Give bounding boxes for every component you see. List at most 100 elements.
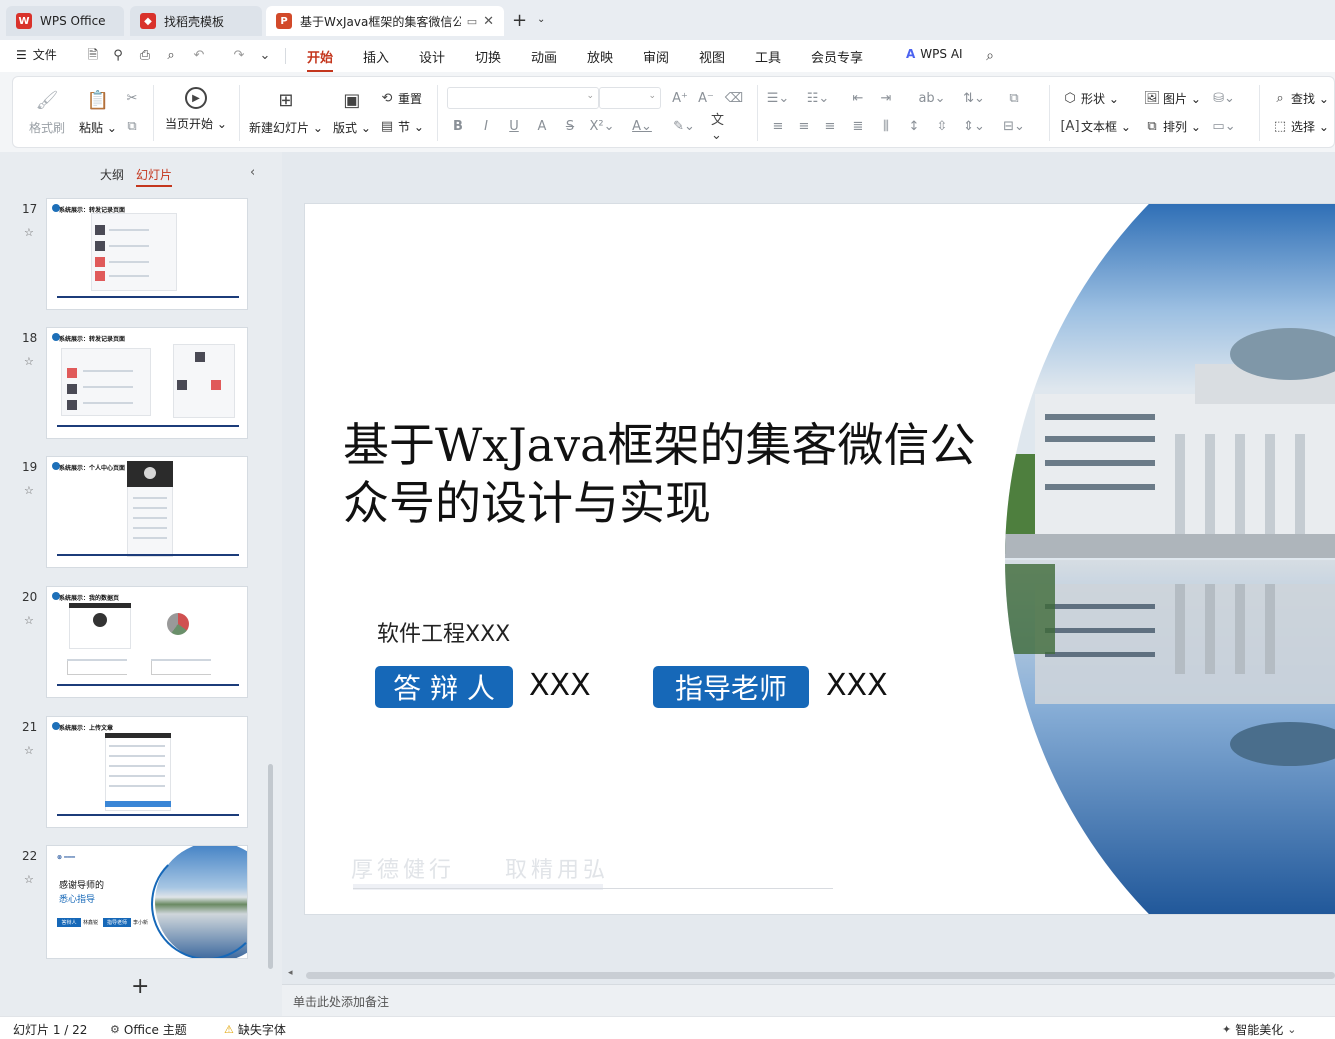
text-direction-icon[interactable]: ab⌄ <box>918 89 945 107</box>
align-left-icon[interactable]: ≡ <box>767 117 789 135</box>
superscript-icon[interactable]: X²⌄ <box>590 117 615 135</box>
highlight-icon[interactable]: ✎⌄ <box>673 117 695 135</box>
tab-view[interactable]: 视图 <box>699 47 725 66</box>
italic-icon[interactable]: I <box>475 117 497 135</box>
picture-button[interactable]: 🖼 图片 ⌄ <box>1143 89 1201 107</box>
redo-icon[interactable]: ↷ <box>230 47 248 65</box>
new-tab-icon[interactable]: + <box>512 10 527 31</box>
clear-format-icon[interactable]: ⌫ <box>723 89 745 107</box>
arrange-button[interactable]: ⧉ 排列 ⌄ <box>1143 117 1201 135</box>
tab-current-presentation[interactable]: P 基于WxJava框架的集客微信公 ▭ ✕ <box>266 6 504 36</box>
reset-button[interactable]: ⟲ 重置 <box>378 89 422 107</box>
defender-name[interactable]: XXX <box>529 668 591 703</box>
tab-review[interactable]: 审阅 <box>643 47 669 66</box>
theme-button[interactable]: ⚙ Office 主题 <box>110 1021 187 1038</box>
font-size-select[interactable]: ⌄ <box>599 87 661 109</box>
select-button[interactable]: ⬚ 选择 ⌄ <box>1271 117 1329 135</box>
star-icon[interactable]: ☆ <box>24 614 34 627</box>
slide-thumbnail-row[interactable]: 20 ☆ 系统展示：我的数据页 <box>0 586 270 704</box>
monitor-icon[interactable]: ▭ <box>467 15 477 28</box>
wps-ai-button[interactable]: A WPS AI <box>906 47 963 61</box>
slide-thumbnail[interactable]: 系统展示：转发记录页面 <box>46 327 248 439</box>
pinyin-icon[interactable]: 文⌄ <box>711 113 733 143</box>
slide-thumbnail[interactable]: 系统展示：上传文章 <box>46 716 248 828</box>
missing-fonts-button[interactable]: ⚠ 缺失字体 <box>224 1021 286 1038</box>
tab-outline[interactable]: 大纲 <box>100 166 124 183</box>
major-text[interactable]: 软件工程XXX <box>377 616 510 648</box>
tab-insert[interactable]: 插入 <box>363 47 389 66</box>
columns-icon[interactable]: ⊟⌄ <box>1003 117 1025 135</box>
strikethrough-icon[interactable]: S <box>559 117 581 135</box>
distribute-icon[interactable]: ⫼ <box>875 117 897 135</box>
notes-area[interactable]: 单击此处添加备注 <box>282 984 1335 1016</box>
new-slide-button[interactable]: ⊞ 新建幻灯片 ⌄ <box>249 87 323 136</box>
scroll-left-icon[interactable]: ◂ <box>288 968 293 978</box>
star-icon[interactable]: ☆ <box>24 355 34 368</box>
star-icon[interactable]: ☆ <box>24 873 34 886</box>
tab-tools[interactable]: 工具 <box>755 47 781 66</box>
defender-label-pill[interactable]: 答 辩 人 <box>375 666 513 708</box>
smart-beautify-button[interactable]: ✦ 智能美化 ⌄ <box>1222 1021 1300 1038</box>
justify-icon[interactable]: ≣ <box>847 117 869 135</box>
find-button[interactable]: ⌕ 查找 ⌄ <box>1271 89 1329 107</box>
slide-thumbnail-row[interactable]: 21 ☆ 系统展示：上传文章 <box>0 716 270 834</box>
paragraph-spacing-icon[interactable]: ⇳ <box>931 117 953 135</box>
print-icon[interactable]: ⎙ <box>136 47 154 65</box>
tab-member[interactable]: 会员专享 <box>811 47 863 66</box>
add-slide-icon[interactable]: + <box>131 974 149 999</box>
slide-thumbnail-row[interactable]: 22 ☆ ⊛ ━━━ 感谢导师的 悉心指导 答辩人 林鑫锐 指导老师 李小新 <box>0 845 270 963</box>
layout-button[interactable]: ▣ 版式 ⌄ <box>333 87 371 136</box>
decrease-indent-icon[interactable]: ⇤ <box>847 89 869 107</box>
slide-thumbnail[interactable]: 系统展示：个人中心页面 <box>46 456 248 568</box>
slide-thumbnail[interactable]: ⊛ ━━━ 感谢导师的 悉心指导 答辩人 林鑫锐 指导老师 李小新 <box>46 845 248 959</box>
slide-thumbnail-row[interactable]: 17 ☆ 系统展示：转发记录页面 <box>0 198 270 316</box>
tab-slides[interactable]: 幻灯片 <box>136 166 173 187</box>
numbering-icon[interactable]: ☷⌄ <box>807 89 830 107</box>
slide-title[interactable]: 基于WxJava框架的集客微信公众号的设计与实现 <box>343 416 983 532</box>
slide-thumbnail[interactable]: 系统展示：转发记录页面 <box>46 198 248 310</box>
horizontal-scrollbar[interactable]: ◂ <box>282 968 1335 980</box>
share-icon[interactable]: ⚲ <box>109 47 127 65</box>
tab-template-store[interactable]: ◆ 找稻壳模板 <box>130 6 262 36</box>
copy-icon[interactable]: ⧉ <box>121 117 143 135</box>
cut-icon[interactable]: ✂ <box>121 89 143 107</box>
outline-icon[interactable]: ▭⌄ <box>1212 117 1235 135</box>
fill-icon[interactable]: ⛁⌄ <box>1213 89 1235 107</box>
textbox-button[interactable]: [A] 文本框 ⌄ <box>1060 117 1130 135</box>
slide-thumbnail[interactable]: 系统展示：我的数据页 <box>46 586 248 698</box>
tab-transitions[interactable]: 切换 <box>475 47 501 66</box>
tab-design[interactable]: 设计 <box>419 47 445 66</box>
paste-button[interactable]: 📋 粘贴 ⌄ <box>79 87 117 136</box>
sort-icon[interactable]: ⇅⌄ <box>963 89 985 107</box>
bold-icon[interactable]: B <box>447 117 469 135</box>
tab-slideshow[interactable]: 放映 <box>587 47 613 66</box>
collapse-panel-icon[interactable]: ‹ <box>250 165 255 180</box>
current-slide[interactable]: 基于WxJava框架的集客微信公众号的设计与实现 软件工程XXX 答 辩 人 X… <box>305 204 1335 914</box>
convert-icon[interactable]: ⧉ <box>1003 89 1025 107</box>
vertical-align-icon[interactable]: ⇕⌄ <box>963 117 985 135</box>
align-right-icon[interactable]: ≡ <box>819 117 841 135</box>
font-family-select[interactable]: ⌄ <box>447 87 599 109</box>
undo-icon[interactable]: ↶ <box>190 47 208 65</box>
quick-access-dropdown-icon[interactable]: ⌄ <box>256 47 274 65</box>
tab-wps-office[interactable]: W WPS Office <box>6 6 124 36</box>
align-center-icon[interactable]: ≡ <box>793 117 815 135</box>
line-spacing-icon[interactable]: ↕ <box>903 117 925 135</box>
font-color-icon[interactable]: A⌄ <box>631 117 653 135</box>
play-from-current-button[interactable]: ▶ 当页开始 ⌄ <box>165 87 227 132</box>
save-icon[interactable]: 🗎 <box>84 47 102 65</box>
advisor-name[interactable]: XXX <box>826 668 888 703</box>
slide-thumbnail-row[interactable]: 19 ☆ 系统展示：个人中心页面 <box>0 456 270 574</box>
advisor-label-pill[interactable]: 指导老师 <box>653 666 809 708</box>
shape-button[interactable]: ⬡ 形状 ⌄ <box>1061 89 1119 107</box>
file-menu[interactable]: ☰ 文件 <box>16 46 57 63</box>
decrease-font-icon[interactable]: A⁻ <box>695 89 717 107</box>
bullets-icon[interactable]: ☰⌄ <box>767 89 790 107</box>
star-icon[interactable]: ☆ <box>24 484 34 497</box>
section-button[interactable]: ▤ 节 ⌄ <box>378 117 424 135</box>
star-icon[interactable]: ☆ <box>24 744 34 757</box>
increase-font-icon[interactable]: A⁺ <box>669 89 691 107</box>
search-icon[interactable]: ⌕ <box>981 47 999 65</box>
underline-icon[interactable]: U <box>503 117 525 135</box>
close-tab-icon[interactable]: ✕ <box>483 14 494 29</box>
